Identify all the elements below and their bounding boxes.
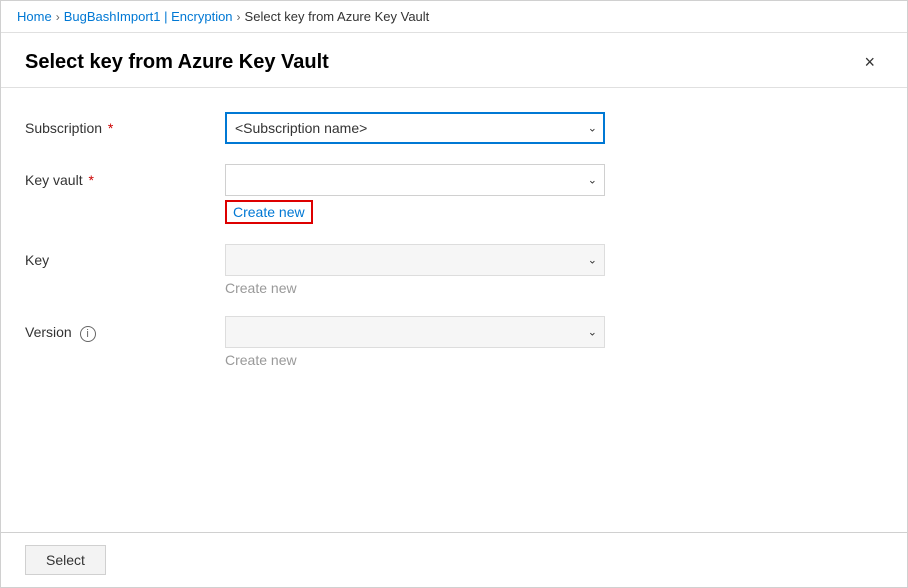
- key-vault-create-new-link[interactable]: Create new: [225, 200, 313, 224]
- key-control: ⌄ Create new: [225, 244, 605, 296]
- version-info-icon[interactable]: i: [80, 326, 96, 342]
- key-row: Key ⌄ Create new: [25, 244, 883, 296]
- breadcrumb-home[interactable]: Home: [17, 9, 52, 24]
- key-vault-select[interactable]: [225, 164, 605, 196]
- breadcrumb-separator-1: ›: [56, 10, 60, 24]
- dialog-title: Select key from Azure Key Vault: [25, 51, 329, 74]
- key-vault-control: ⌄ Create new: [225, 164, 605, 224]
- version-create-new-link: Create new: [225, 352, 297, 368]
- subscription-required-star: *: [104, 120, 113, 136]
- key-create-new-link: Create new: [225, 280, 297, 296]
- version-row: Version i ⌄ Create new: [25, 316, 883, 368]
- breadcrumb-bugbash[interactable]: BugBashImport1 | Encryption: [64, 9, 233, 24]
- version-label: Version i: [25, 316, 225, 342]
- key-select-wrapper: ⌄: [225, 244, 605, 276]
- key-label: Key: [25, 244, 225, 268]
- dialog-footer: Select: [1, 532, 907, 587]
- key-select[interactable]: [225, 244, 605, 276]
- dialog-container: Home › BugBashImport1 | Encryption › Sel…: [0, 0, 908, 588]
- version-select[interactable]: [225, 316, 605, 348]
- key-vault-label: Key vault *: [25, 164, 225, 188]
- subscription-select-wrapper: <Subscription name> ⌄: [225, 112, 605, 144]
- dialog-header: Select key from Azure Key Vault ×: [1, 33, 907, 88]
- breadcrumb-current: Select key from Azure Key Vault: [245, 9, 430, 24]
- key-vault-select-wrapper: ⌄: [225, 164, 605, 196]
- version-select-wrapper: ⌄: [225, 316, 605, 348]
- subscription-control: <Subscription name> ⌄: [225, 112, 605, 144]
- breadcrumb-separator-2: ›: [237, 10, 241, 24]
- subscription-label: Subscription *: [25, 112, 225, 136]
- close-button[interactable]: ×: [856, 49, 883, 75]
- key-vault-row: Key vault * ⌄ Create new: [25, 164, 883, 224]
- subscription-row: Subscription * <Subscription name> ⌄: [25, 112, 883, 144]
- breadcrumb: Home › BugBashImport1 | Encryption › Sel…: [1, 1, 907, 33]
- select-button[interactable]: Select: [25, 545, 106, 575]
- subscription-select[interactable]: <Subscription name>: [225, 112, 605, 144]
- key-vault-required-star: *: [85, 172, 94, 188]
- version-control: ⌄ Create new: [225, 316, 605, 368]
- dialog-body: Subscription * <Subscription name> ⌄ Key…: [1, 88, 907, 532]
